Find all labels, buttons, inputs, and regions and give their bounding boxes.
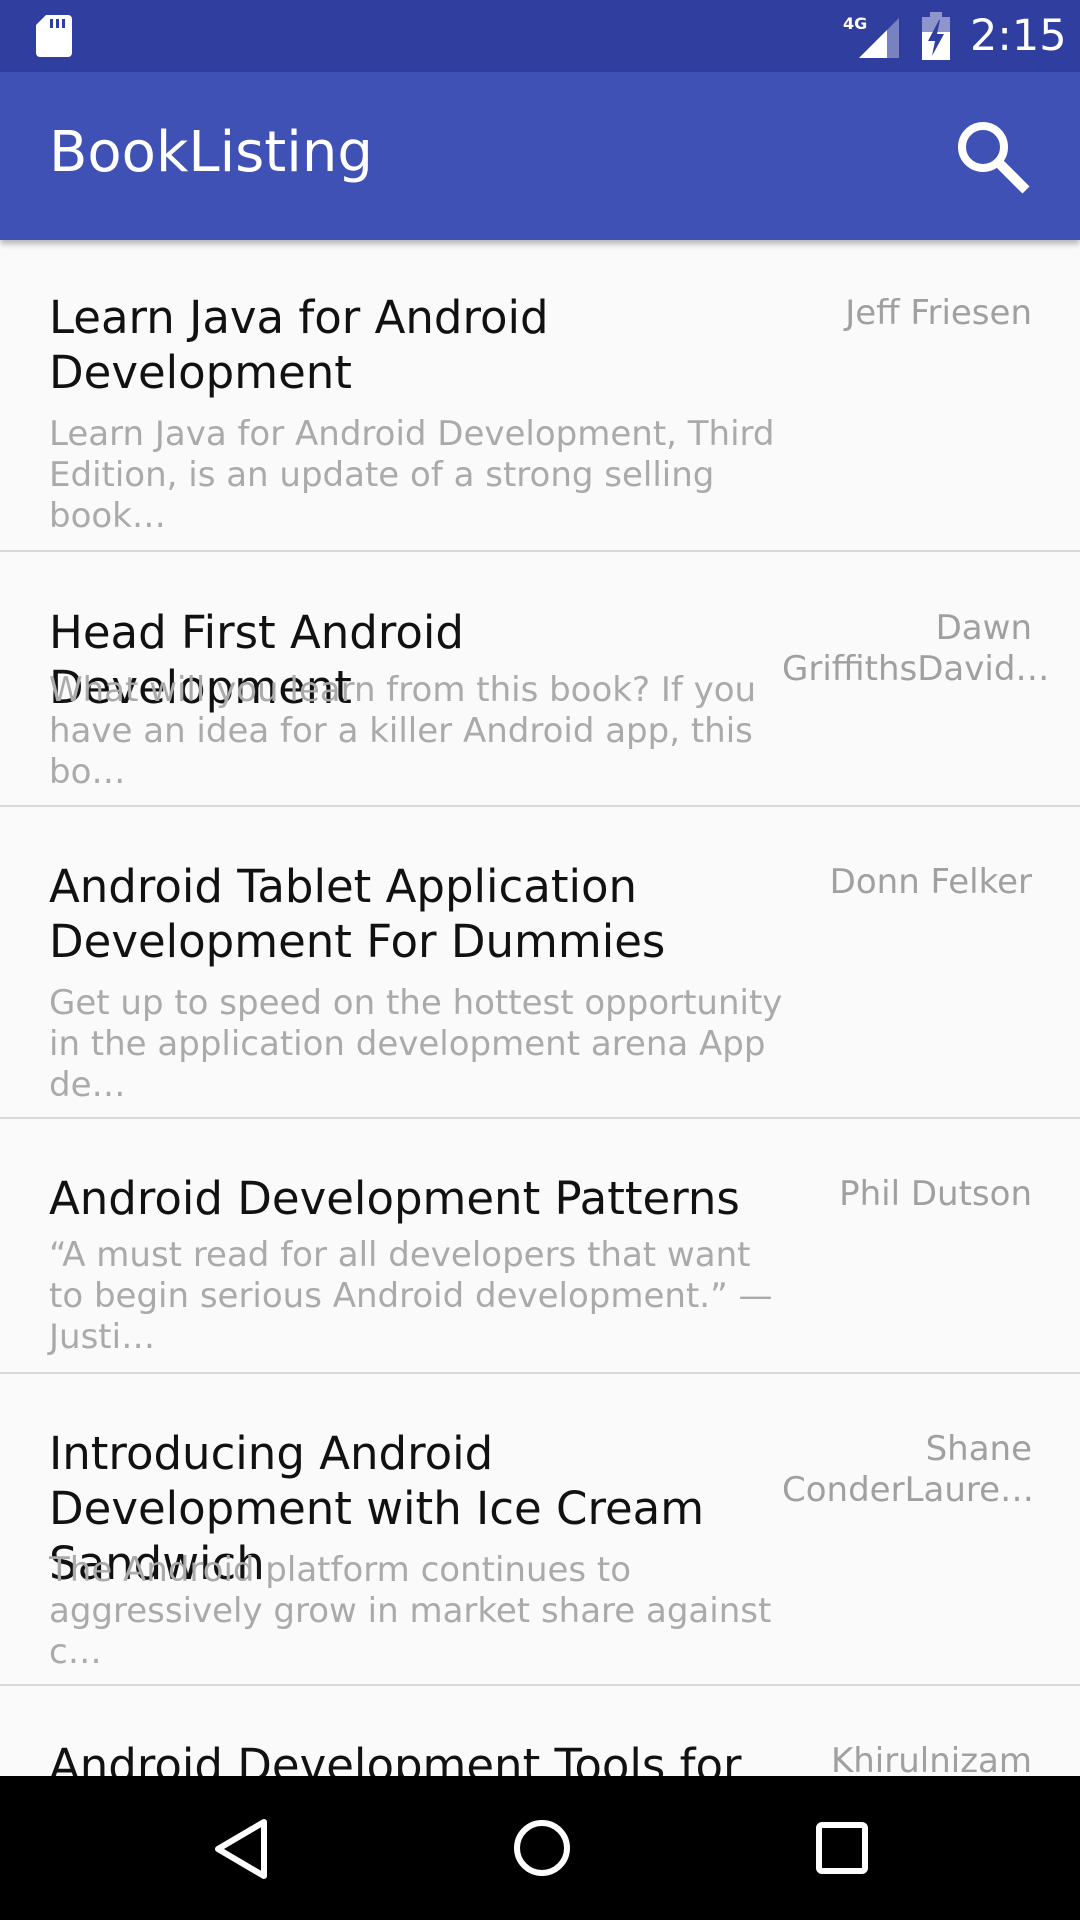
book-list-item[interactable]: Introducing Android Development with Ice…: [0, 1374, 1080, 1686]
back-icon[interactable]: [210, 1816, 274, 1882]
sd-card-icon: [36, 15, 72, 57]
battery-charging-icon: [922, 12, 950, 60]
book-author: Khirulnizam: [830, 1741, 1032, 1776]
app-title: BookListing: [49, 120, 373, 185]
book-description: Get up to speed on the hottest opportuni…: [49, 983, 783, 1105]
search-icon[interactable]: [950, 114, 1034, 198]
book-list-item[interactable]: Learn Java for Android Development Learn…: [0, 240, 1080, 552]
book-author: Jeff Friesen: [845, 293, 1032, 333]
book-description: Learn Java for Android Development, Thir…: [49, 414, 775, 536]
app-bar: BookListing: [0, 72, 1080, 240]
book-list-item[interactable]: Android Development Patterns “A must rea…: [0, 1119, 1080, 1374]
signal-icon: 4G: [843, 14, 899, 58]
book-list-item[interactable]: Android Tablet Application Development F…: [0, 807, 1080, 1119]
status-clock: 2:15: [970, 11, 1067, 61]
navigation-bar: [0, 1776, 1080, 1920]
book-title: Android Development Patterns: [49, 1172, 740, 1225]
book-list-item[interactable]: Head First Android Development What will…: [0, 552, 1080, 807]
book-author: Phil Dutson: [839, 1174, 1032, 1214]
book-description: What will you learn from this book? If y…: [49, 670, 757, 792]
status-bar: 4G 2:15: [0, 0, 1080, 72]
home-icon[interactable]: [510, 1816, 574, 1880]
book-description: The Android platform continues to aggres…: [49, 1550, 772, 1672]
book-author: Donn Felker: [829, 862, 1032, 902]
recents-icon[interactable]: [814, 1820, 870, 1876]
book-list[interactable]: Learn Java for Android Development Learn…: [0, 240, 1080, 1776]
book-list-item[interactable]: Android Development Tools for Khirulniza…: [0, 1686, 1080, 1776]
book-author: Dawn GriffithsDavid…: [782, 608, 1050, 689]
book-title: Android Development Tools for: [49, 1739, 742, 1776]
book-title: Learn Java for Android Development: [49, 291, 549, 399]
book-title: Android Tablet Application Development F…: [49, 860, 666, 968]
network-type-label: 4G: [843, 14, 867, 33]
book-description: “A must read for all developers that wan…: [49, 1235, 773, 1357]
book-author: Shane ConderLaure…: [782, 1429, 1035, 1510]
